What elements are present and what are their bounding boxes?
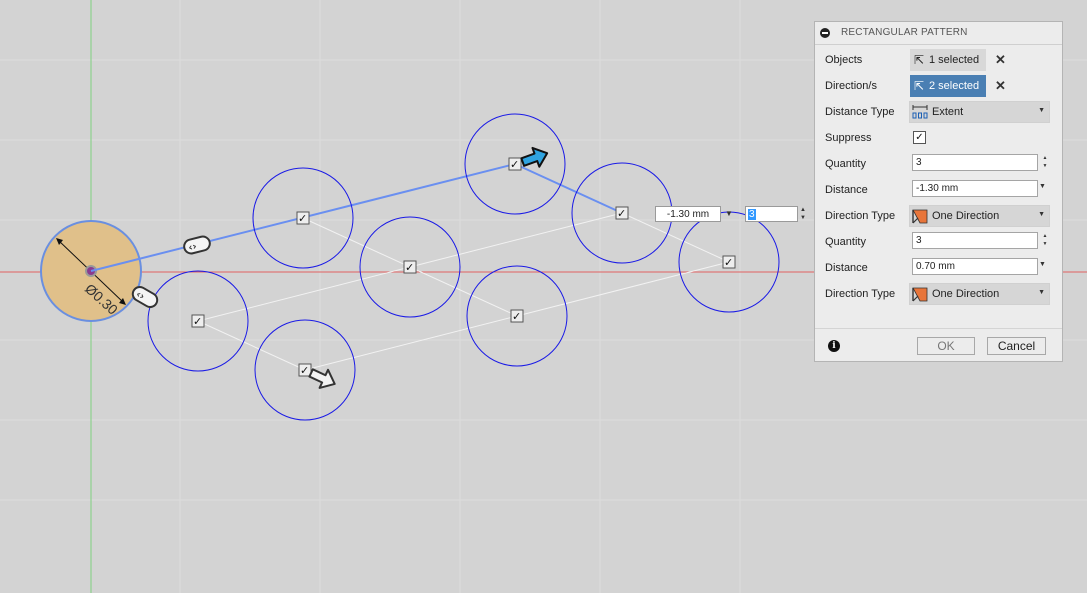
instance-checkboxes: ✓ ✓ ✓ ✓ ✓ ✓ ✓ ✓ [191,157,736,377]
direction-type-2-dropdown[interactable]: One Direction ▼ [909,283,1050,305]
objects-label: Objects [825,54,863,66]
quantity-2-label: Quantity [825,236,866,248]
distance-type-label: Distance Type [825,106,895,118]
direction-type-1-dropdown[interactable]: One Direction ▼ [909,205,1050,227]
direction-type-2-label: Direction Type [825,288,896,300]
distance-2-label: Distance [825,262,868,274]
instance-checkbox[interactable]: ✓ [615,206,629,220]
quantity-2-row: Quantity 3 ▲ ▼ [815,230,1062,254]
dialog-titlebar[interactable]: RECTANGULAR PATTERN [815,22,1062,45]
cursor-arrow-icon: ⇱ [914,53,925,67]
directions-clear-icon[interactable]: ✕ [995,79,1006,92]
one-direction-icon [912,287,928,302]
distance-1-dropdown-icon[interactable]: ▼ [1039,183,1046,190]
pattern-guide-lines [197,163,730,371]
ok-button[interactable]: OK [917,337,975,355]
distance-type-value: Extent [932,106,964,118]
directions-row: Direction/s ⇱ 2 selected ✕ [815,74,1062,98]
distance-type-dropdown[interactable]: Extent ▼ [909,101,1050,123]
svg-text:✓: ✓ [405,261,414,274]
objects-row: Objects ⇱ 1 selected ✕ [815,48,1062,72]
distance-2-dropdown-icon[interactable]: ▼ [1039,261,1046,268]
info-icon[interactable]: i [828,340,840,352]
cancel-button[interactable]: Cancel [987,337,1046,355]
objects-clear-icon[interactable]: ✕ [995,53,1006,66]
suppress-row: Suppress ✓ [815,126,1062,150]
objects-value: 1 selected [929,54,980,66]
pattern-instances [147,113,780,421]
rectangular-pattern-dialog: RECTANGULAR PATTERN Objects ⇱ 1 selected… [814,21,1063,362]
svg-text:✓: ✓ [724,256,733,269]
quantity-2-spinner[interactable]: ▲ ▼ [1041,232,1049,249]
flip-handle-icon[interactable]: ‹› [130,284,160,309]
collapse-icon[interactable] [820,28,830,38]
instance-checkbox[interactable]: ✓ [722,255,736,269]
distance-1-row: Distance -1.30 mm ▼ [815,178,1062,202]
distance-1-label: Distance [825,184,868,196]
canvas-quantity-spinner[interactable]: ▲ ▼ [798,206,808,222]
svg-text:✓: ✓ [617,207,626,220]
instance-checkbox[interactable]: ✓ [510,309,524,323]
direction-type-1-row: Direction Type One Direction ▼ [815,204,1062,228]
quantity-1-row: Quantity 3 ▲ ▼ [815,152,1062,176]
direction-type-2-value: One Direction [932,288,1000,300]
instance-checkbox[interactable]: ✓ [191,314,205,328]
canvas-quantity-value: 3 [748,209,756,220]
suppress-checkbox[interactable]: ✓ [913,131,926,144]
direction-type-1-value: One Direction [932,210,1000,222]
canvas-distance-input[interactable]: -1.30 mm [655,206,721,222]
distance-2-row: Distance 0.70 mm ▼ [815,256,1062,280]
instance-checkbox[interactable]: ✓ [296,211,310,225]
chevron-down-icon: ▼ [1038,107,1045,114]
directions-select-button[interactable]: ⇱ 2 selected [910,75,986,97]
directions-label: Direction/s [825,80,877,92]
extent-icon [912,105,928,119]
quantity-2-input[interactable]: 3 [912,232,1038,249]
svg-text:✓: ✓ [300,364,309,377]
distance-1-input[interactable]: -1.30 mm [912,180,1038,197]
canvas-distance-dropdown-icon[interactable]: ▼ [722,206,736,222]
distance-type-row: Distance Type Extent ▼ [815,100,1062,124]
quantity-1-label: Quantity [825,158,866,170]
direction-2-line[interactable] [514,163,623,214]
instance-checkbox[interactable]: ✓ [403,260,417,274]
distance-2-input[interactable]: 0.70 mm [912,258,1038,275]
quantity-1-input[interactable]: 3 [912,154,1038,171]
dialog-title: RECTANGULAR PATTERN [841,27,968,38]
directions-value: 2 selected [929,80,980,92]
suppress-label: Suppress [825,132,872,144]
svg-text:✓: ✓ [298,212,307,225]
chevron-down-icon: ▼ [1038,289,1045,296]
quantity-1-spinner[interactable]: ▲ ▼ [1041,154,1049,171]
svg-text:✓: ✓ [510,158,519,171]
one-direction-icon [912,209,928,224]
dialog-footer: i OK Cancel [815,328,1062,363]
instance-checkbox[interactable]: ✓ [508,157,522,171]
cursor-arrow-icon: ⇱ [914,79,925,93]
svg-text:✓: ✓ [512,310,521,323]
canvas-quantity-input[interactable]: 3 [745,206,798,222]
chevron-down-icon: ▼ [1038,211,1045,218]
svg-text:✓: ✓ [193,315,202,328]
direction-type-2-row: Direction Type One Direction ▼ [815,282,1062,306]
direction-type-1-label: Direction Type [825,210,896,222]
flip-handle-icon[interactable]: ‹› [183,235,212,255]
objects-select-button[interactable]: ⇱ 1 selected [910,49,986,71]
